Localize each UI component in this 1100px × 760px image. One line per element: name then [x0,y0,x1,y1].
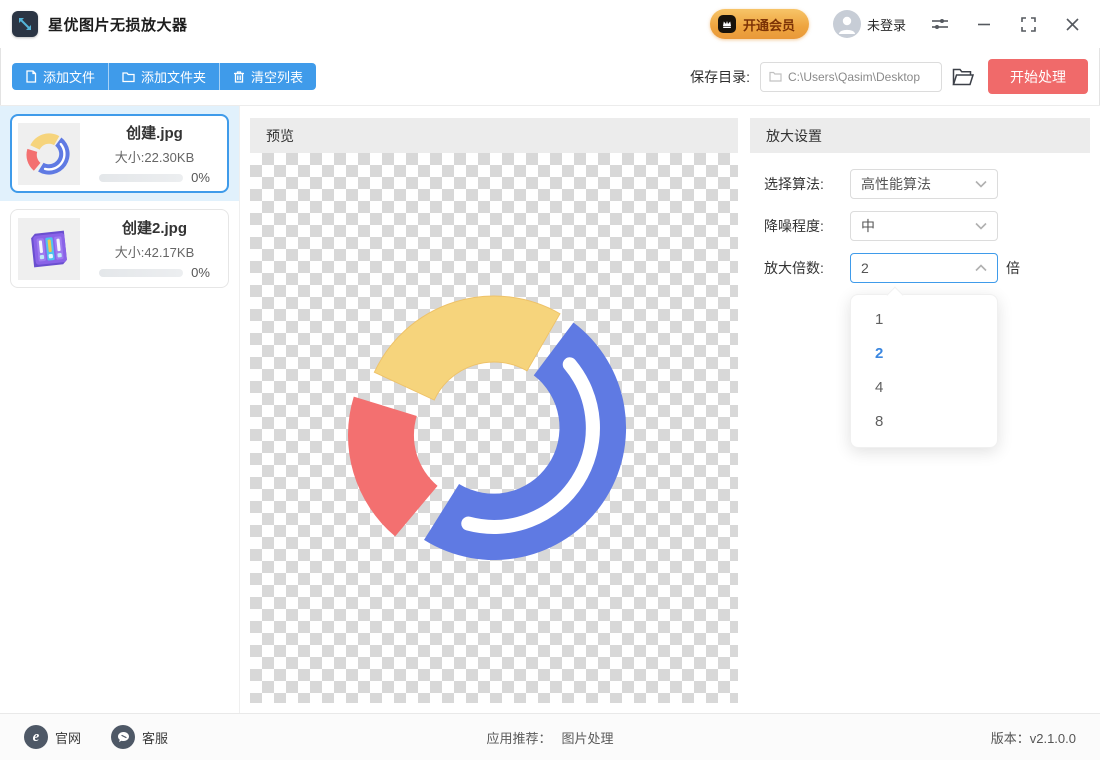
recommend-label: 应用推荐： [486,728,551,747]
toolbar: 添加文件 添加文件夹 清空列表 保存目录: [0,48,1100,105]
scale-option-8[interactable]: 8 [851,405,997,439]
file-list-panel: 创建.jpg 大小:22.30KB 0% [0,106,240,713]
recommend-value[interactable]: 图片处理 [562,728,614,747]
file-thumbnail-books [18,218,80,280]
app-window: 星优图片无损放大器 开通会员 未登录 [0,0,1100,760]
progress-bar [99,269,183,277]
file-card[interactable]: 创建.jpg 大小:22.30KB 0% [10,114,229,193]
customer-support-link[interactable]: 客服 [111,725,168,749]
login-status[interactable]: 未登录 [867,15,906,34]
vip-button[interactable]: 开通会员 [710,9,809,39]
official-website-link[interactable]: e 官网 [24,725,81,749]
scale-value: 2 [861,260,975,276]
scale-option-1[interactable]: 1 [851,303,997,337]
file-thumbnail-donut [18,123,80,185]
clear-list-label: 清空列表 [251,67,303,86]
main-content: 创建.jpg 大小:22.30KB 0% [0,105,1100,713]
algorithm-label: 选择算法: [764,174,850,194]
add-folder-button[interactable]: 添加文件夹 [108,63,219,90]
scale-select[interactable]: 2 [850,253,998,283]
app-title: 星优图片无损放大器 [48,14,188,35]
denoise-label: 降噪程度: [764,216,850,236]
file-actions-group: 添加文件 添加文件夹 清空列表 [12,63,316,90]
folder-icon [122,71,135,83]
file-size: 大小:42.17KB [115,242,195,261]
file-name: 创建.jpg [126,122,183,143]
footer: e 官网 客服 应用推荐： 图片处理 版本：v2.1.0.0 [0,713,1100,760]
scale-option-2[interactable]: 2 [851,337,997,371]
avatar[interactable] [833,10,861,38]
preview-header: 预览 [250,118,738,153]
scale-unit: 倍 [1006,258,1020,278]
scale-option-4[interactable]: 4 [851,371,997,405]
chevron-down-icon [975,222,987,230]
save-dir-label: 保存目录: [690,67,750,87]
denoise-select[interactable]: 中 [850,211,998,241]
app-recommend: 应用推荐： 图片处理 [486,728,613,747]
titlebar: 星优图片无损放大器 开通会员 未登录 [0,0,1100,48]
preview-image-donut-chart [329,250,659,606]
browse-folder-icon[interactable] [952,68,974,86]
file-list-item[interactable]: 创建.jpg 大小:22.30KB 0% [0,106,239,201]
progress-percent: 0% [191,170,210,185]
chevron-up-icon [975,264,987,272]
version-text: 版本：v2.1.0.0 [991,728,1076,747]
progress-bar [99,174,183,182]
add-file-button[interactable]: 添加文件 [12,63,108,90]
crown-icon [718,15,736,33]
app-logo-icon [12,11,38,37]
add-folder-label: 添加文件夹 [141,67,206,86]
settings-header: 放大设置 [750,118,1090,153]
progress-percent: 0% [191,265,210,280]
maximize-button[interactable] [1018,14,1038,34]
file-name: 创建2.jpg [122,217,187,238]
save-dir-input-wrap [760,62,942,92]
scale-label: 放大倍数: [764,258,850,278]
minimize-button[interactable] [974,14,994,34]
add-file-label: 添加文件 [43,67,95,86]
vip-button-label: 开通会员 [743,15,795,34]
file-card[interactable]: 创建2.jpg 大小:42.17KB 0% [10,209,229,288]
save-dir-input[interactable] [788,70,933,84]
settings-sliders-icon[interactable] [930,14,950,34]
scale-dropdown: 1 2 4 8 [850,294,998,448]
preview-panel: 预览 [250,118,738,703]
denoise-value: 中 [861,216,975,236]
preview-canvas [250,153,738,703]
folder-small-icon [769,71,782,82]
file-icon [25,70,37,83]
chevron-down-icon [975,180,987,188]
support-label: 客服 [142,728,168,747]
trash-icon [233,70,245,83]
website-e-icon: e [24,725,48,749]
close-button[interactable] [1062,14,1082,34]
chat-bubble-icon [111,725,135,749]
file-size: 大小:22.30KB [115,147,195,166]
clear-list-button[interactable]: 清空列表 [219,63,316,90]
website-label: 官网 [55,728,81,747]
start-processing-button[interactable]: 开始处理 [988,59,1088,94]
settings-panel: 放大设置 选择算法: 高性能算法 降噪程度: 中 [750,118,1090,703]
file-list-item[interactable]: 创建2.jpg 大小:42.17KB 0% [0,201,239,296]
algorithm-select[interactable]: 高性能算法 [850,169,998,199]
dropdown-caret [887,287,904,304]
algorithm-value: 高性能算法 [861,174,975,194]
